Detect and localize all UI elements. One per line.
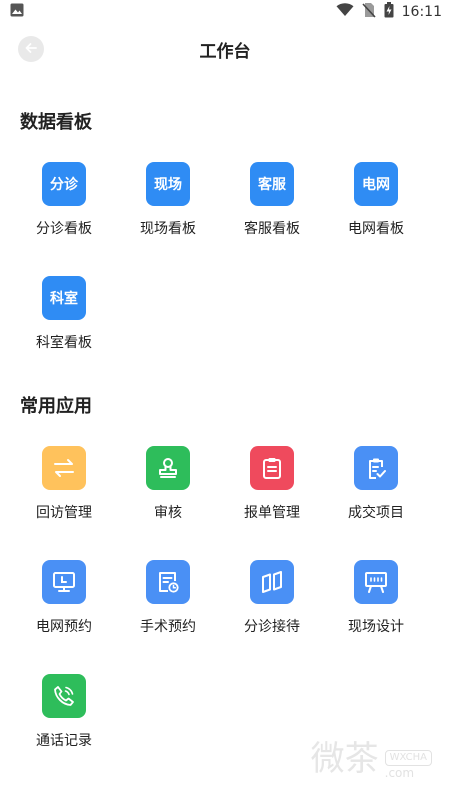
document-clock-icon (146, 560, 190, 604)
tile-label: 电网看板 (348, 221, 404, 237)
tile-label: 现场看板 (140, 221, 196, 237)
tile-label: 客服看板 (244, 221, 300, 237)
section-title-common-apps: 常用应用 (20, 396, 92, 417)
tile-site-dashboard[interactable]: 现场 现场看板 (116, 134, 220, 248)
page-title: 工作台 (199, 41, 251, 62)
watermark-domain: .com (384, 766, 415, 780)
image-notification-icon (10, 3, 24, 21)
stamp-icon (146, 446, 190, 490)
tile-label: 科室看板 (36, 335, 92, 351)
tile-label: 通话记录 (36, 733, 92, 749)
tile-label: 手术预约 (140, 619, 196, 635)
tile-label: 分诊接待 (244, 619, 300, 635)
watermark: 微茶 WXCHA .com (311, 731, 432, 780)
tile-surgery-appointment[interactable]: 手术预约 (116, 532, 220, 646)
grid-text-icon: 电网 (354, 162, 398, 206)
map-fold-icon (250, 560, 294, 604)
tile-review[interactable]: 审核 (116, 418, 220, 532)
dashboard-grid: 分诊 分诊看板 现场 现场看板 客服 客服看板 电网 电网看板 科室 科室看板 (0, 134, 450, 362)
tile-follow-up-management[interactable]: 回访管理 (12, 418, 116, 532)
tile-label: 分诊看板 (36, 221, 92, 237)
service-text-icon: 客服 (250, 162, 294, 206)
back-button[interactable] (18, 36, 44, 62)
tile-label: 电网预约 (36, 619, 92, 635)
tile-label: 报单管理 (244, 505, 300, 521)
tile-grid-dashboard[interactable]: 电网 电网看板 (324, 134, 428, 248)
watermark-small: WXCHA .com (384, 750, 432, 780)
status-right: 16:11 (336, 2, 442, 22)
phone-icon (42, 674, 86, 718)
watermark-badge: WXCHA (384, 750, 432, 766)
status-time: 16:11 (401, 4, 442, 20)
department-text-icon: 科室 (42, 276, 86, 320)
tile-order-management[interactable]: 报单管理 (220, 418, 324, 532)
arrow-left-icon (24, 40, 38, 59)
tile-label: 现场设计 (348, 619, 404, 635)
tile-triage-reception[interactable]: 分诊接待 (220, 532, 324, 646)
tile-label: 成交项目 (348, 505, 404, 521)
battery-charging-icon (384, 2, 394, 22)
clipboard-icon (250, 446, 294, 490)
header-bar: 工作台 (0, 24, 450, 74)
swap-arrows-icon (42, 446, 86, 490)
tile-triage-dashboard[interactable]: 分诊 分诊看板 (12, 134, 116, 248)
section-title-dashboards: 数据看板 (20, 112, 92, 133)
site-text-icon: 现场 (146, 162, 190, 206)
apps-grid: 回访管理 审核 报单管理 成交项目 电网预约 手术预约 分诊接待 现场设计 通话… (0, 418, 450, 760)
tile-department-dashboard[interactable]: 科室 科室看板 (12, 248, 116, 362)
triage-text-icon: 分诊 (42, 162, 86, 206)
status-bar: 16:11 (0, 0, 450, 24)
presentation-board-icon (354, 560, 398, 604)
tile-label: 回访管理 (36, 505, 92, 521)
tile-closed-deals[interactable]: 成交项目 (324, 418, 428, 532)
clipboard-check-icon (354, 446, 398, 490)
tile-service-dashboard[interactable]: 客服 客服看板 (220, 134, 324, 248)
watermark-text: 微茶 (310, 739, 379, 779)
tile-site-design[interactable]: 现场设计 (324, 532, 428, 646)
monitor-icon (42, 560, 86, 604)
tile-label: 审核 (154, 505, 182, 521)
status-left (10, 3, 24, 21)
tile-grid-appointment[interactable]: 电网预约 (12, 532, 116, 646)
no-sim-icon (362, 2, 376, 22)
wifi-icon (336, 3, 354, 21)
tile-call-records[interactable]: 通话记录 (12, 646, 116, 760)
